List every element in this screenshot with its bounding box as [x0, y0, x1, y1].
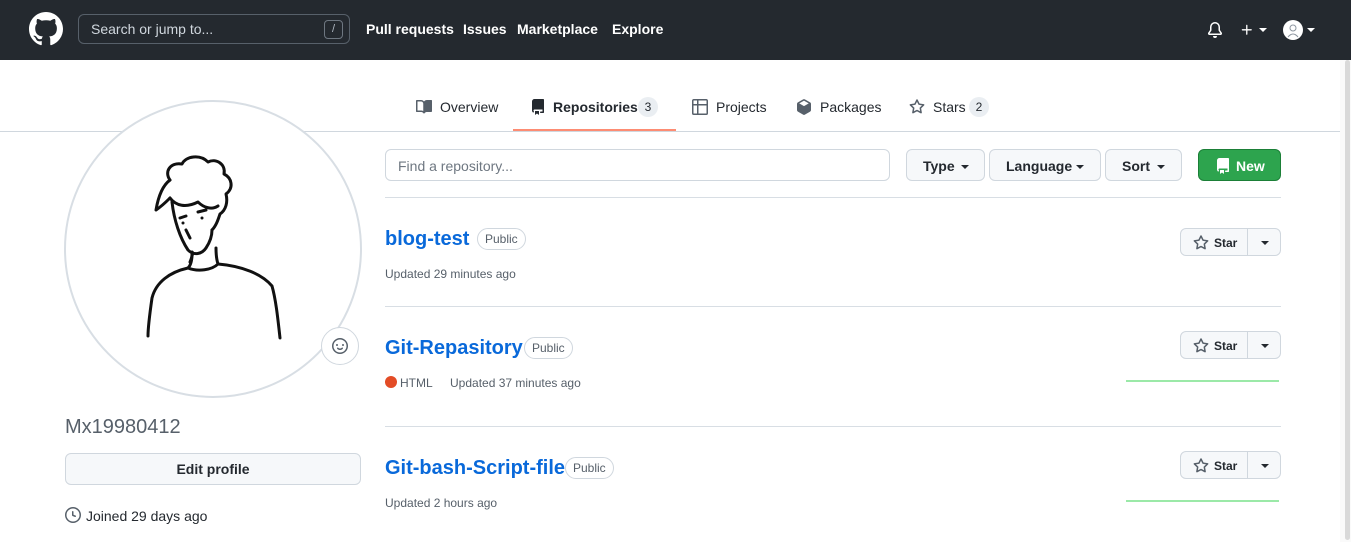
star-button-group: Star [1180, 451, 1281, 479]
top-header: Search or jump to... / Pull requests Iss… [0, 0, 1351, 60]
dropdown-caret-icon [1261, 344, 1269, 348]
repo-updated-text: Updated 37 minutes ago [450, 376, 581, 390]
star-icon [1193, 235, 1209, 250]
tab-stars-label: Stars [933, 99, 966, 115]
tab-projects[interactable]: Projects [692, 96, 772, 120]
profile-avatar[interactable] [64, 100, 362, 398]
avatar-drawing [146, 155, 282, 340]
set-status-button[interactable] [321, 327, 359, 365]
nav-pull-requests[interactable]: Pull requests [366, 21, 454, 37]
list-divider [385, 426, 1281, 427]
language-filter-button[interactable]: Language [989, 149, 1101, 181]
star-button[interactable]: Star [1180, 331, 1248, 359]
type-filter-label: Type [923, 158, 955, 174]
list-divider [385, 197, 1281, 198]
repo-icon [532, 99, 544, 115]
star-button[interactable]: Star [1180, 451, 1248, 479]
global-search-input[interactable]: Search or jump to... / [78, 14, 350, 44]
visibility-badge: Public [565, 457, 614, 479]
star-icon [1193, 338, 1209, 353]
scrollbar-thumb[interactable] [1345, 60, 1350, 540]
tab-stars[interactable]: Stars 2 [909, 96, 999, 120]
star-button-label: Star [1214, 339, 1238, 353]
repo-name-link[interactable]: blog-test [385, 228, 469, 251]
edit-profile-button[interactable]: Edit profile [65, 453, 361, 485]
dropdown-caret-icon [1261, 241, 1269, 245]
tab-packages[interactable]: Packages [796, 96, 886, 120]
star-button[interactable]: Star [1180, 228, 1248, 256]
tab-repositories-label: Repositories [553, 99, 638, 115]
find-repository-input[interactable]: Find a repository... [385, 149, 890, 181]
language-filter-label: Language [1006, 158, 1073, 174]
list-divider [385, 306, 1281, 307]
tab-overview-label: Overview [440, 99, 499, 115]
find-repository-placeholder: Find a repository... [398, 158, 513, 174]
book-icon [416, 99, 432, 114]
sort-caret-icon [1157, 165, 1165, 169]
language-color-dot [385, 376, 397, 388]
activity-sparkline [1126, 380, 1279, 382]
repo-language-text: HTML [400, 376, 433, 390]
star-button-label: Star [1214, 459, 1238, 473]
package-icon [797, 99, 811, 115]
stars-count-badge: 2 [969, 97, 989, 117]
star-list-dropdown[interactable] [1247, 228, 1281, 256]
slash-shortcut-key: / [324, 20, 343, 39]
github-logo-icon[interactable] [29, 12, 63, 46]
bell-icon[interactable] [1207, 22, 1223, 38]
repositories-count-badge: 3 [638, 97, 658, 117]
type-caret-icon [961, 165, 969, 169]
activity-sparkline [1126, 500, 1279, 502]
repo-updated-text: Updated 29 minutes ago [385, 267, 516, 281]
sort-filter-label: Sort [1122, 158, 1150, 174]
search-placeholder: Search or jump to... [91, 21, 214, 37]
table-icon [692, 99, 708, 115]
repo-name-link[interactable]: Git-bash-Script-file [385, 457, 565, 480]
visibility-badge: Public [524, 337, 573, 359]
smiley-icon [332, 338, 348, 354]
tab-repositories[interactable]: Repositories 3 [530, 96, 670, 120]
dropdown-caret-icon [1261, 464, 1269, 468]
tab-packages-label: Packages [820, 99, 882, 115]
star-icon [1193, 458, 1209, 473]
plus-caret-icon [1259, 28, 1267, 32]
sort-filter-button[interactable]: Sort [1105, 149, 1182, 181]
new-button-label: New [1236, 158, 1265, 174]
profile-username: Mx19980412 [65, 416, 181, 438]
tab-projects-label: Projects [716, 99, 767, 115]
star-icon [909, 99, 925, 114]
visibility-badge: Public [477, 228, 526, 250]
avatar-icon[interactable] [1283, 20, 1303, 40]
repo-icon [1217, 158, 1229, 174]
plus-icon[interactable] [1240, 23, 1254, 37]
star-button-group: Star [1180, 331, 1281, 359]
nav-explore[interactable]: Explore [612, 21, 663, 37]
star-button-group: Star [1180, 228, 1281, 256]
star-list-dropdown[interactable] [1247, 451, 1281, 479]
language-caret-icon [1076, 165, 1084, 169]
type-filter-button[interactable]: Type [906, 149, 985, 181]
repo-name-link[interactable]: Git-Repasitory [385, 337, 523, 360]
new-repository-button[interactable]: New [1198, 149, 1281, 181]
tab-overview[interactable]: Overview [416, 96, 506, 120]
nav-marketplace[interactable]: Marketplace [517, 21, 598, 37]
nav-issues[interactable]: Issues [463, 21, 507, 37]
star-button-label: Star [1214, 236, 1238, 250]
avatar-caret-icon [1307, 28, 1315, 32]
star-list-dropdown[interactable] [1247, 331, 1281, 359]
repo-updated-text: Updated 2 hours ago [385, 496, 498, 510]
joined-text: Joined 29 days ago [86, 508, 208, 524]
clock-icon [65, 507, 81, 523]
